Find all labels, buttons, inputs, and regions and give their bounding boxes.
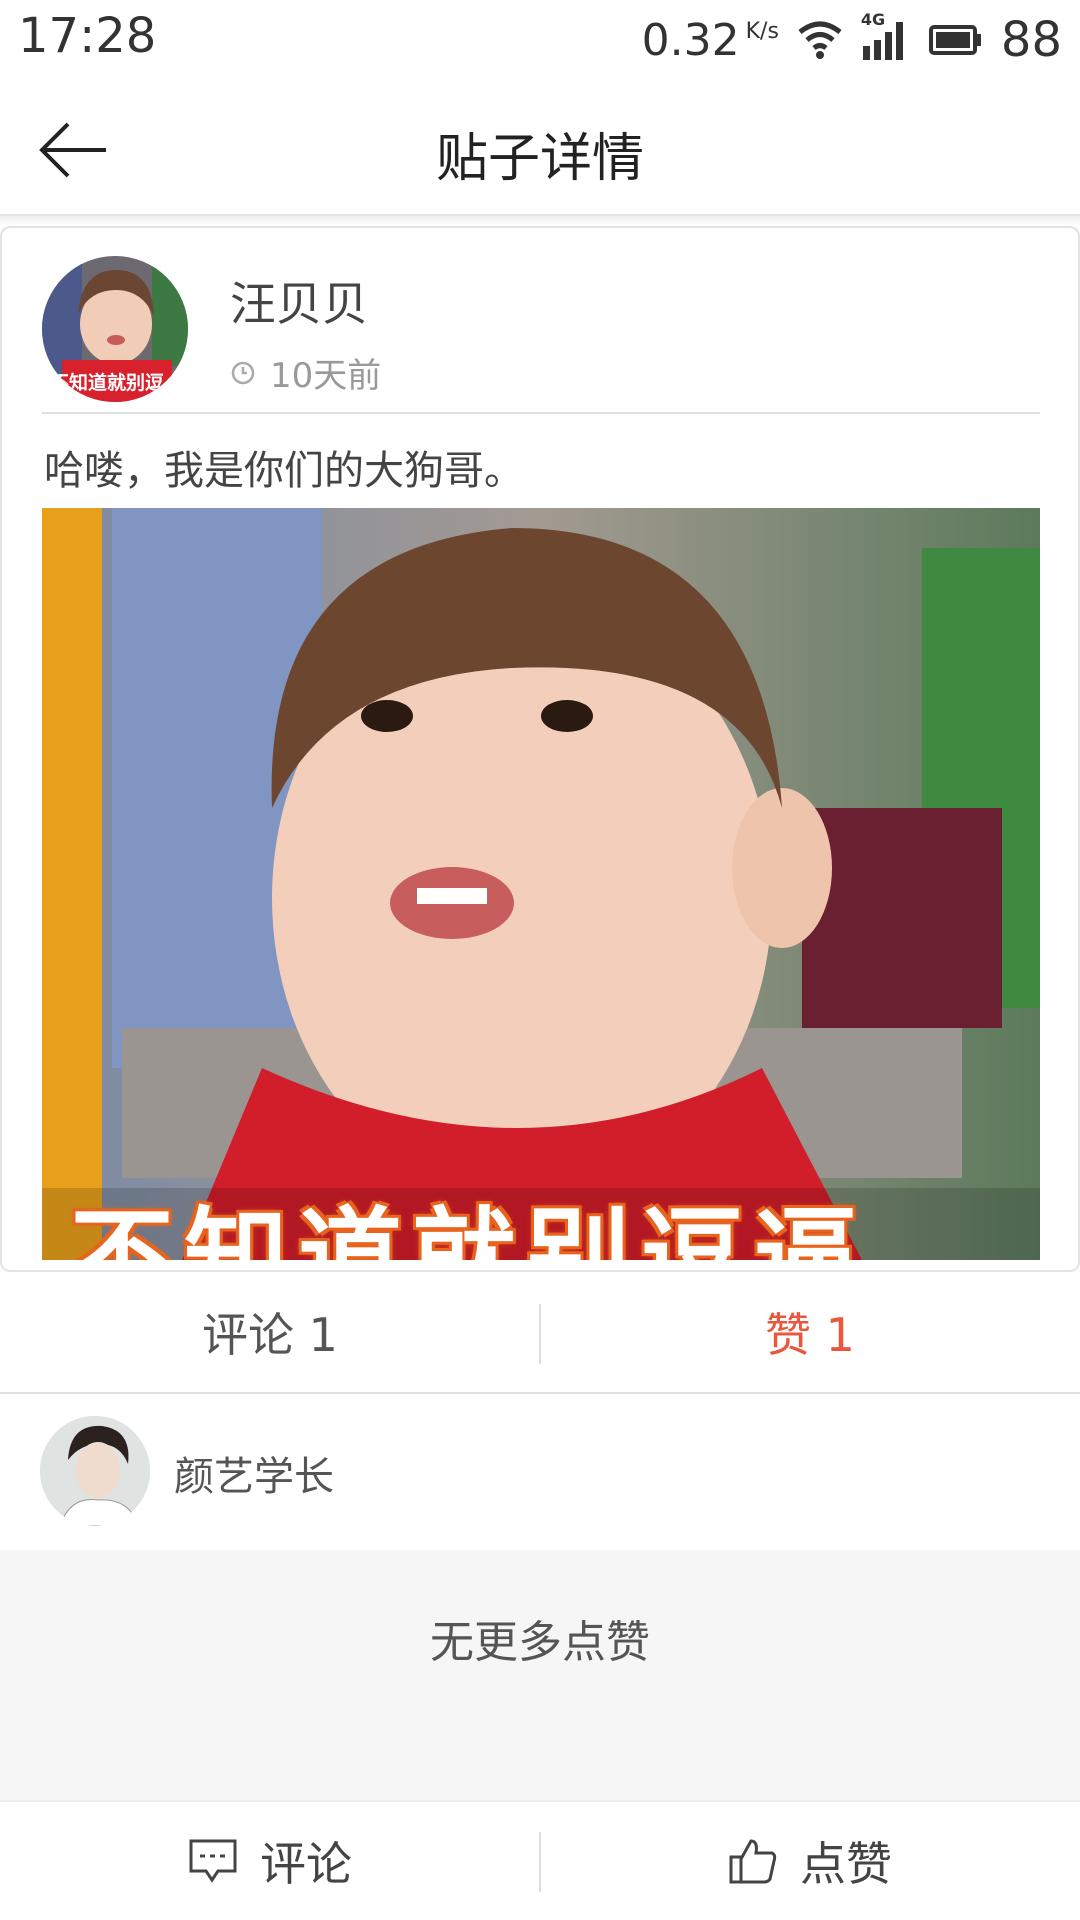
battery-level: 88 xyxy=(1000,12,1062,68)
header-shadow xyxy=(0,216,1080,226)
page-title: 贴子详情 xyxy=(435,129,644,189)
avatar-caption: 不知道就别逗 xyxy=(50,372,165,394)
status-time: 17:28 xyxy=(18,8,157,64)
comment-button[interactable]: 评论 xyxy=(0,1802,540,1920)
status-icons: 0.32 K/s 4G 88 xyxy=(642,10,1062,70)
like-button[interactable]: 点赞 xyxy=(540,1802,1080,1920)
net-speed: 0.32 K/s xyxy=(642,15,779,66)
divider xyxy=(42,412,1040,414)
header: 贴子详情 xyxy=(0,80,1080,216)
post-card: 不知道就别逗 汪贝贝 10天前 哈喽，我是你们的大狗哥。 不知道就别逗逼 xyxy=(0,226,1080,1272)
signal-icon: 4G xyxy=(861,10,911,62)
author-name[interactable]: 汪贝贝 xyxy=(230,268,368,334)
no-more-area: 无更多点赞 xyxy=(0,1550,1080,1800)
liker-name[interactable]: 颜艺学长 xyxy=(174,1444,334,1502)
bottom-action-bar: 评论 点赞 xyxy=(0,1800,1080,1920)
net-speed-unit: K/s xyxy=(745,18,779,44)
post-time: 10天前 xyxy=(270,356,382,396)
net-speed-value: 0.32 xyxy=(641,14,740,66)
thumbs-up-icon xyxy=(729,1839,777,1884)
tab-comments[interactable]: 评论 1 xyxy=(0,1272,540,1392)
comment-button-label: 评论 xyxy=(260,1837,352,1891)
post-text: 哈喽，我是你们的大狗哥。 xyxy=(44,448,524,494)
no-more-likes-text: 无更多点赞 xyxy=(430,1617,650,1668)
clock-icon xyxy=(231,361,255,384)
comment-icon xyxy=(189,1839,237,1883)
comments-likes-tabs: 评论 1 赞 1 xyxy=(0,1272,1080,1394)
post-time-row: 10天前 xyxy=(230,348,381,397)
wifi-icon xyxy=(798,21,842,59)
avatar[interactable] xyxy=(40,1416,150,1526)
image-caption: 不知道就别逗逼 xyxy=(70,1196,869,1260)
author-avatar[interactable]: 不知道就别逗 xyxy=(42,256,188,402)
post-image[interactable]: 不知道就别逗逼 xyxy=(42,508,1040,1260)
tab-likes[interactable]: 赞 1 xyxy=(540,1272,1080,1392)
like-button-label: 点赞 xyxy=(800,1837,892,1891)
battery-icon xyxy=(928,25,981,55)
list-item[interactable]: 颜艺学长 xyxy=(0,1394,1080,1550)
status-bar: 17:28 0.32 K/s 4G 88 xyxy=(0,0,1080,80)
